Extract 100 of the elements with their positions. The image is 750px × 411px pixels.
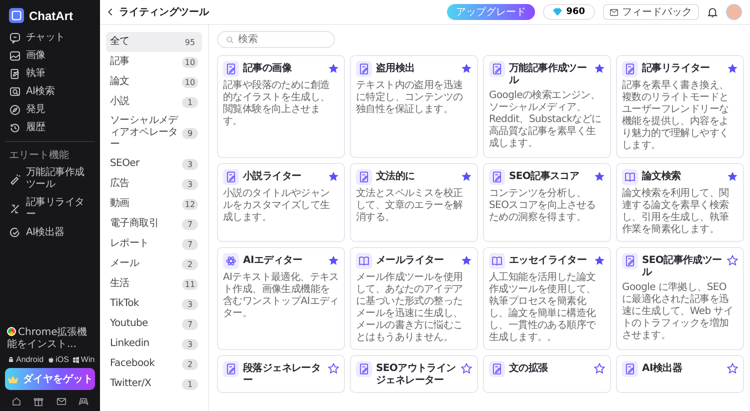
nav-item[interactable]: AI検索 [5,83,95,101]
star-icon[interactable] [328,171,339,182]
tool-card[interactable]: 万能記事作成ツール Googleの検索エンジン、ソーシャルメディア、Reddit、Substackなどに高品質な記事を素早く生成します。 [483,55,611,158]
category-item[interactable]: SEOer 3 [106,154,202,174]
tool-title: 記事の画像 [243,62,293,75]
category-label: 論文 [110,76,130,88]
star-icon[interactable] [594,63,605,74]
star-icon[interactable] [328,63,339,74]
category-count: 10 [182,76,198,88]
tool-card[interactable]: AI検出器 [616,355,744,393]
document-edit-icon [489,169,505,185]
nav-item[interactable]: 履歴 [5,119,95,137]
star-icon[interactable] [594,171,605,182]
feedback-button[interactable]: フィードバック [603,4,699,20]
search-icon [9,86,21,98]
category-item[interactable]: Twitter/X 1 [106,374,202,394]
category-item[interactable]: メール 2 [106,254,202,274]
category-label: レポート [110,238,149,250]
nav-item[interactable]: AI検出器 [5,224,95,242]
tool-card[interactable]: 文法的に 文法とスペルミスを校正して、文章のエラーを解消する。 [350,163,478,242]
category-count: 7 [182,218,198,230]
star-icon[interactable] [328,255,339,266]
tool-card[interactable]: SEOアウトラインジェネレーター [350,355,478,393]
category-label: Youtube [110,318,148,330]
category-count: 11 [182,278,198,290]
platform-link[interactable]: Win [72,355,95,364]
get-diamonds-button[interactable]: ダイヤをゲット [5,368,95,390]
category-item[interactable]: 広告 3 [106,174,202,194]
nav-item[interactable]: 執筆 [5,65,95,83]
tool-card[interactable]: 段落ジェネレーター [217,355,345,393]
nav-item[interactable]: 記事リライター [5,194,95,224]
category-item[interactable]: レポート 7 [106,234,202,254]
tool-description: 小説のタイトルやジャンルをカスタマイズして生成します。 [223,188,331,224]
nav-item[interactable]: 画像 [5,47,95,65]
nav-item[interactable]: 発見 [5,101,95,119]
tool-card[interactable]: SEO記事作成ツール Google に準拠し、SEO に最適化された記事を迅速に生成して、Web サイトのトラフィックを増加させます。 [616,247,744,350]
tool-card[interactable]: 論文検索 論文検索を利用して、関連する論文を素早く検索し、引用を生成し、執筆作業を簡素化します。 [616,163,744,242]
tool-description: Googleの検索エンジン、ソーシャルメディア、Reddit、Substackなどに高品質な記事を素早く生成します。 [489,90,602,150]
category-item[interactable]: 記事 10 [106,52,202,72]
extension-link[interactable]: Chrome拡張機能をインスト... [5,327,95,351]
tool-description: メール作成ツールを使用して、あなたのアイデアに基づいた形式の整ったメールを迅速に生成し、メールの書き方に悩むことはもうありません。 [356,272,464,344]
category-count: 10 [182,56,198,68]
category-item[interactable]: Youtube 7 [106,314,202,334]
star-icon[interactable] [461,363,472,374]
nav-item[interactable]: チャット [5,29,95,47]
windows-icon [72,356,80,364]
back-link[interactable]: ライティングツール [108,5,209,19]
tool-card[interactable]: SEO記事スコア コンテンツを分析し、SEOスコアを向上させるための洞察を得ます。 [483,163,611,242]
category-item[interactable]: Facebook 2 [106,354,202,374]
search-field[interactable]: 検索 [217,31,335,48]
document-edit-icon [622,61,638,77]
category-count: 7 [182,318,198,330]
image-icon [9,50,21,62]
tool-card[interactable]: 小説ライター 小説のタイトルやジャンルをカスタマイズして生成します。 [217,163,345,242]
star-icon[interactable] [461,63,472,74]
category-item[interactable]: 動画 12 [106,194,202,214]
category-count: 7 [182,238,198,250]
category-item[interactable]: 小説 1 [106,92,202,112]
book-icon [356,253,372,269]
document-edit-icon [223,61,239,77]
category-item[interactable]: ソーシャルメディアオペレーター 9 [106,112,202,154]
tool-title: AIエディター [243,254,304,267]
star-icon[interactable] [594,255,605,266]
tool-card[interactable]: 記事の画像 記事や段落のために創造的なイラストを生成し、閲覧体験を向上させます。 [217,55,345,158]
star-icon[interactable] [594,363,605,374]
star-icon[interactable] [727,63,738,74]
gift-icon[interactable] [33,396,44,407]
tool-title: 段落ジェネレーター [243,362,322,387]
star-icon[interactable] [461,171,472,182]
category-item[interactable]: Linkedin 3 [106,334,202,354]
bell-icon[interactable] [707,6,718,18]
chrome-icon [7,327,16,336]
category-item[interactable]: 論文 10 [106,72,202,92]
star-icon[interactable] [461,255,472,266]
star-icon[interactable] [727,255,738,266]
category-item[interactable]: 全て 95 [106,32,202,52]
star-icon[interactable] [727,171,738,182]
star-icon[interactable] [328,363,339,374]
star-icon[interactable] [727,363,738,374]
tool-card[interactable]: 盗用検出 テキスト内の盗用を迅速に特定し、コンテンツの独自性を保証します。 [350,55,478,158]
book-icon [489,253,505,269]
nav-item[interactable]: 万能記事作成ツール [5,164,95,194]
gamepad-icon[interactable] [78,396,90,407]
tool-card[interactable]: 記事リライター 記事を素早く書き換え、複数のリライトモードとユーザーフレンドリーな機能を提供し、内容をより魅力的で理解しやすくします。 [616,55,744,158]
tool-card[interactable]: 文の拡張 [483,355,611,393]
platform-link[interactable]: Android [7,355,44,364]
category-item[interactable]: 電子商取引 7 [106,214,202,234]
search-input[interactable]: 検索 [238,34,308,45]
credits-button[interactable]: 960 [543,4,595,20]
home-icon[interactable] [10,396,22,407]
category-item[interactable]: 生活 11 [106,274,202,294]
tool-card[interactable]: AIエディター AIテキスト最適化、テキスト作成、画像生成機能を含むワンストップAIエディター。 [217,247,345,350]
mail-icon[interactable] [56,396,67,407]
tool-card[interactable]: エッセイライター 人工知能を活用した論文作成ツールを使用して、執筆プロセスを簡素化し、論文を簡単に構造化し、一貫性のある順序で生成します。。 [483,247,611,350]
rewrite-icon [9,203,21,215]
category-count: 2 [182,258,198,270]
tool-card[interactable]: メールライター メール作成ツールを使用して、あなたのアイデアに基づいた形式の整ったメールを迅速に生成し、メールの書き方に悩むことはもうありません。 [350,247,478,350]
tool-title: メールライター [376,254,445,267]
platform-link[interactable]: iOS [46,355,69,364]
category-item[interactable]: TikTok 3 [106,294,202,314]
